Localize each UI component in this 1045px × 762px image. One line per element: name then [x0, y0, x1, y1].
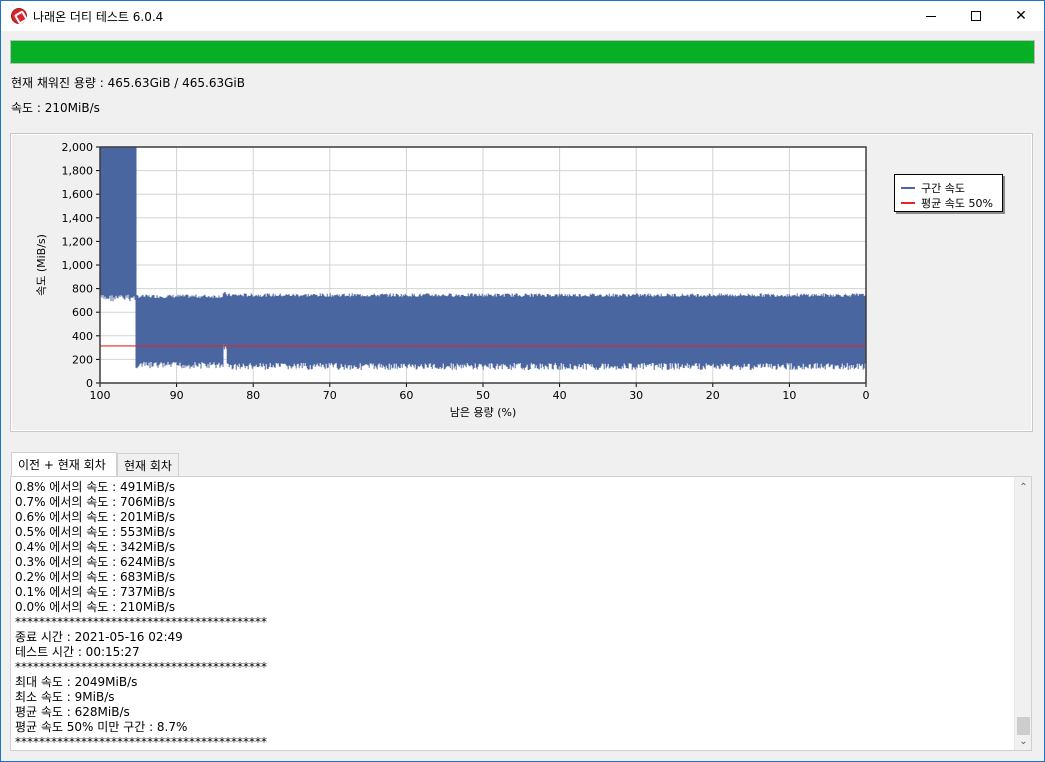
progress-fill [11, 41, 1034, 63]
title-bar[interactable]: 나래온 더티 테스트 6.0.4 ✕ [1, 1, 1044, 31]
x-tick-label: 0 [863, 389, 870, 402]
y-tick-label: 2,000 [62, 141, 94, 154]
x-tick-label: 90 [170, 389, 184, 402]
x-tick-label: 100 [90, 389, 111, 402]
log-lines: 0.8% 에서의 속도 : 491MiB/s 0.7% 에서의 속도 : 706M… [15, 480, 1005, 750]
chart-legend: 구간 속도 평균 속도 50% [894, 174, 1003, 212]
close-icon: ✕ [1015, 8, 1027, 24]
x-tick-label: 20 [706, 389, 720, 402]
minimize-button[interactable] [908, 1, 954, 31]
log-line: 0.8% 에서의 속도 : 491MiB/s [15, 480, 176, 494]
speed-series-line [222, 292, 227, 350]
log-line: 평균 속도 : 628MiB/s [15, 705, 130, 719]
y-tick-label: 1,400 [62, 212, 94, 225]
y-tick-label: 200 [72, 353, 93, 366]
x-tick-label: 70 [323, 389, 337, 402]
y-axis-label: 속도 (MiB/s) [35, 234, 48, 296]
speed-chart: 100 90 80 70 60 50 40 30 20 10 002004006008001,000… [35, 141, 870, 419]
x-tick-label: 80 [246, 389, 260, 402]
x-tick-label: 50 [476, 389, 490, 402]
x-axis-label: 남은 용량 (%) [450, 406, 517, 419]
log-line: 0.0% 에서의 속도 : 210MiB/s [15, 600, 176, 614]
current-speed-label: 속도 : 210MiB/s [11, 101, 100, 115]
log-line: 최소 속도 : 9MiB/s [15, 690, 115, 704]
x-tick-label: 30 [629, 389, 643, 402]
y-tick-label: 1,200 [62, 235, 94, 248]
y-tick-label: 0 [86, 377, 93, 390]
app-logo-icon [11, 8, 27, 24]
window-title: 나래온 더티 테스트 6.0.4 [33, 10, 164, 24]
log-scrollbar[interactable]: ⌃ ⌄ [1014, 477, 1031, 750]
log-textbox[interactable]: 0.8% 에서의 속도 : 491MiB/s 0.7% 에서의 속도 : 706M… [10, 476, 1032, 751]
log-line: 0.5% 에서의 속도 : 553MiB/s [15, 525, 176, 539]
y-tick-label: 600 [72, 306, 93, 319]
minimize-icon [926, 15, 936, 17]
app-window: 나래온 더티 테스트 6.0.4 ✕ 현재 채워진 용량 : 465.63GiB… [0, 0, 1045, 762]
y-tick-label: 800 [72, 283, 93, 296]
log-line: ****************************************… [15, 735, 267, 749]
y-tick-label: 1,800 [62, 165, 94, 178]
log-line: 0.6% 에서의 속도 : 201MiB/s [15, 510, 176, 524]
speed-series-line [226, 293, 866, 370]
y-tick-label: 400 [72, 330, 93, 343]
legend-label: 평균 속도 50% [921, 197, 993, 210]
log-line: 평균 속도 50% 미만 구간 : 8.7% [15, 720, 188, 734]
x-tick-label: 10 [782, 389, 796, 402]
log-line: 0.4% 에서의 속도 : 342MiB/s [15, 540, 176, 554]
log-line: ****************************************… [15, 660, 267, 674]
y-tick-label: 1,600 [62, 188, 94, 201]
log-line: 0.7% 에서의 속도 : 706MiB/s [15, 495, 176, 509]
speed-chart-panel: 100 90 80 70 60 50 40 30 20 10 0 0 200 400 600 800 1,000… [10, 133, 1033, 432]
log-line: 종료 시간 : 2021-05-16 02:49 [15, 630, 183, 644]
x-tick-label: 40 [553, 389, 567, 402]
log-line: 0.2% 에서의 속도 : 683MiB/s [15, 570, 176, 584]
speed-series-line [135, 294, 224, 369]
legend-swatch [901, 202, 915, 204]
legend-item-section-speed: 구간 속도 [901, 180, 965, 196]
maximize-icon [971, 11, 981, 21]
legend-item-average-speed: 평균 속도 50% [901, 195, 993, 211]
speed-series-line [99, 147, 137, 302]
tab-previous-and-current[interactable]: 이전 + 현재 회차 [11, 452, 117, 476]
fill-progress-bar [10, 40, 1035, 64]
log-line: 0.1% 에서의 속도 : 737MiB/s [15, 585, 176, 599]
log-line: 테스트 시간 : 00:15:27 [15, 645, 140, 659]
tab-current[interactable]: 현재 회차 [117, 453, 179, 476]
legend-swatch [901, 187, 915, 189]
close-button[interactable]: ✕ [998, 1, 1044, 31]
log-line: 최대 속도 : 2049MiB/s [15, 675, 138, 689]
x-tick-label: 60 [399, 389, 413, 402]
log-line: ****************************************… [15, 615, 267, 629]
legend-label: 구간 속도 [921, 182, 965, 195]
scroll-down-icon[interactable]: ⌄ [1015, 733, 1032, 750]
filled-capacity-label: 현재 채워진 용량 : 465.63GiB / 465.63GiB [11, 76, 245, 90]
log-line: 0.3% 에서의 속도 : 624MiB/s [15, 555, 176, 569]
scroll-up-icon[interactable]: ⌃ [1015, 479, 1032, 496]
y-tick-label: 1,000 [62, 259, 94, 272]
maximize-button[interactable] [953, 1, 999, 31]
